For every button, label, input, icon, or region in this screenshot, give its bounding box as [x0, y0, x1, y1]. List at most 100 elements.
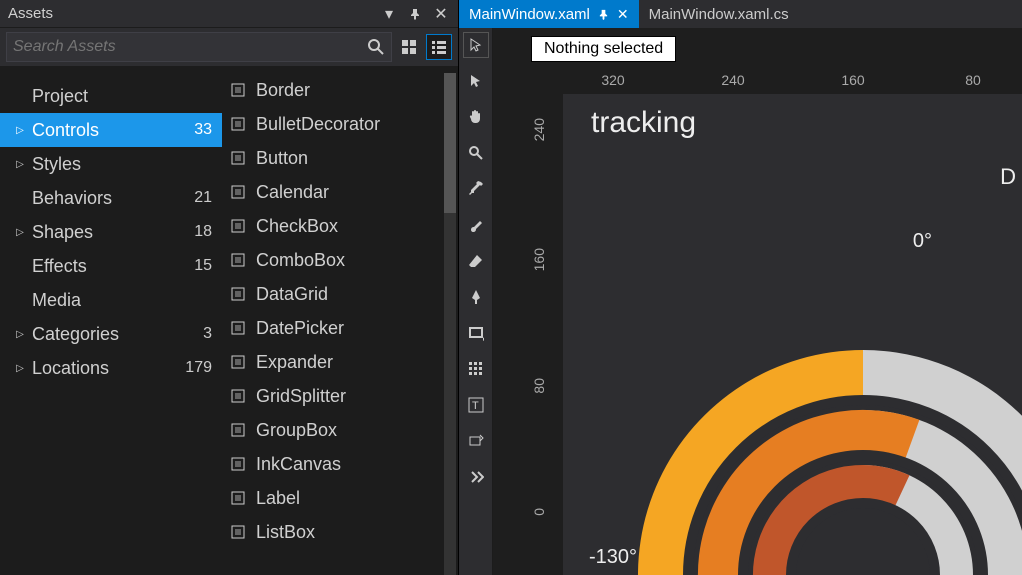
control-icon — [228, 318, 248, 338]
asset-item-border[interactable]: Border — [222, 73, 458, 107]
grid-view-button[interactable] — [396, 34, 422, 60]
category-styles[interactable]: ▷Styles — [0, 147, 222, 181]
category-list: Project▷Controls33▷StylesBehaviors21▷Sha… — [0, 67, 222, 575]
control-icon — [228, 284, 248, 304]
category-effects[interactable]: Effects15 — [0, 249, 222, 283]
tab-label: MainWindow.xaml.cs — [649, 6, 789, 23]
close-icon[interactable]: ✕ — [617, 6, 629, 23]
asset-item-inkcanvas[interactable]: InkCanvas — [222, 447, 458, 481]
item-label: CheckBox — [256, 216, 338, 237]
asset-item-gridsplitter[interactable]: GridSplitter — [222, 379, 458, 413]
category-project[interactable]: Project — [0, 79, 222, 113]
category-count: 18 — [194, 223, 212, 241]
category-count: 179 — [185, 359, 212, 377]
item-label: Expander — [256, 352, 333, 373]
category-label: Categories — [26, 324, 203, 345]
asset-item-label[interactable]: Label — [222, 481, 458, 515]
scroll-thumb[interactable] — [444, 73, 456, 213]
items-list: Border BulletDecorator Button Calendar Check… — [222, 67, 458, 575]
pointer-outline-tool[interactable] — [463, 32, 489, 58]
designer-toolbox: ▸ T — [459, 28, 493, 575]
asset-item-checkbox[interactable]: CheckBox — [222, 209, 458, 243]
ruler-v-label: 0 — [531, 508, 547, 516]
search-input[interactable] — [13, 38, 367, 56]
search-box[interactable] — [6, 32, 392, 62]
eraser-tool[interactable] — [463, 248, 489, 274]
category-label: Shapes — [26, 222, 194, 243]
category-count: 3 — [203, 325, 212, 343]
rectangle-tool[interactable]: ▸ — [463, 320, 489, 346]
expand-icon: ▷ — [14, 159, 26, 170]
category-locations[interactable]: ▷Locations179 — [0, 351, 222, 385]
tab-label: MainWindow.xaml — [469, 6, 590, 23]
asset-item-button[interactable]: Button — [222, 141, 458, 175]
svg-text:▸: ▸ — [483, 336, 484, 341]
scrollbar[interactable] — [444, 73, 456, 575]
category-categories[interactable]: ▷Categories3 — [0, 317, 222, 351]
control-icon — [228, 114, 248, 134]
item-label: DataGrid — [256, 284, 328, 305]
zoom-tool[interactable] — [463, 140, 489, 166]
asset-item-datagrid[interactable]: DataGrid — [222, 277, 458, 311]
category-label: Locations — [26, 358, 185, 379]
item-label: DatePicker — [256, 318, 344, 339]
design-surface[interactable]: tracking D 0° -130° — [563, 94, 1022, 575]
assets-panel-header: Assets ▾ ✕ — [0, 0, 458, 28]
pin-icon[interactable] — [406, 5, 424, 23]
grid-tool[interactable] — [463, 356, 489, 382]
item-label: GridSplitter — [256, 386, 346, 407]
pen-tool[interactable] — [463, 284, 489, 310]
dropdown-icon[interactable]: ▾ — [380, 5, 398, 23]
category-count: 33 — [194, 121, 212, 139]
ruler-v-label: 160 — [531, 248, 547, 271]
control-icon — [228, 250, 248, 270]
asset-item-listbox[interactable]: ListBox — [222, 515, 458, 549]
category-label: Behaviors — [26, 188, 194, 209]
control-icon — [228, 80, 248, 100]
category-controls[interactable]: ▷Controls33 — [0, 113, 222, 147]
gauge-label-0: 0° — [913, 230, 932, 253]
more-tools[interactable] — [463, 464, 489, 490]
surface-title: tracking — [591, 106, 696, 140]
close-icon[interactable]: ✕ — [432, 5, 450, 23]
category-behaviors[interactable]: Behaviors21 — [0, 181, 222, 215]
expand-icon: ▷ — [14, 329, 26, 340]
category-label: Controls — [26, 120, 194, 141]
asset-item-expander[interactable]: Expander — [222, 345, 458, 379]
asset-item-groupbox[interactable]: GroupBox — [222, 413, 458, 447]
expand-icon: ▷ — [14, 125, 26, 136]
ruler-h-label: 320 — [601, 72, 624, 88]
control-icon — [228, 522, 248, 542]
control-icon — [228, 148, 248, 168]
search-icon[interactable] — [367, 38, 385, 56]
asset-item-calendar[interactable]: Calendar — [222, 175, 458, 209]
item-label: ComboBox — [256, 250, 345, 271]
brush-tool[interactable] — [463, 212, 489, 238]
list-view-button[interactable] — [426, 34, 452, 60]
category-count: 15 — [194, 257, 212, 275]
control-icon — [228, 352, 248, 372]
pan-tool[interactable] — [463, 104, 489, 130]
asset-item-datepicker[interactable]: DatePicker — [222, 311, 458, 345]
pointer-tool[interactable] — [463, 68, 489, 94]
control-icon — [228, 488, 248, 508]
text-tool[interactable]: T — [463, 392, 489, 418]
category-shapes[interactable]: ▷Shapes18 — [0, 215, 222, 249]
item-label: BulletDecorator — [256, 114, 380, 135]
gauge-chart — [623, 295, 1022, 575]
asset-item-bulletdecorator[interactable]: BulletDecorator — [222, 107, 458, 141]
tab-mainwindow-xaml-cs[interactable]: MainWindow.xaml.cs — [639, 0, 799, 28]
svg-text:T: T — [472, 400, 479, 412]
pin-icon[interactable] — [598, 9, 609, 20]
control-icon — [228, 420, 248, 440]
item-label: Calendar — [256, 182, 329, 203]
asset-item-combobox[interactable]: ComboBox — [222, 243, 458, 277]
eyedropper-tool[interactable] — [463, 176, 489, 202]
item-label: GroupBox — [256, 420, 337, 441]
item-label: ListBox — [256, 522, 315, 543]
category-media[interactable]: Media — [0, 283, 222, 317]
transform-tool[interactable] — [463, 428, 489, 454]
item-label: Label — [256, 488, 300, 509]
ruler-h-label: 80 — [965, 72, 981, 88]
tab-mainwindow-xaml[interactable]: MainWindow.xaml ✕ — [459, 0, 639, 28]
